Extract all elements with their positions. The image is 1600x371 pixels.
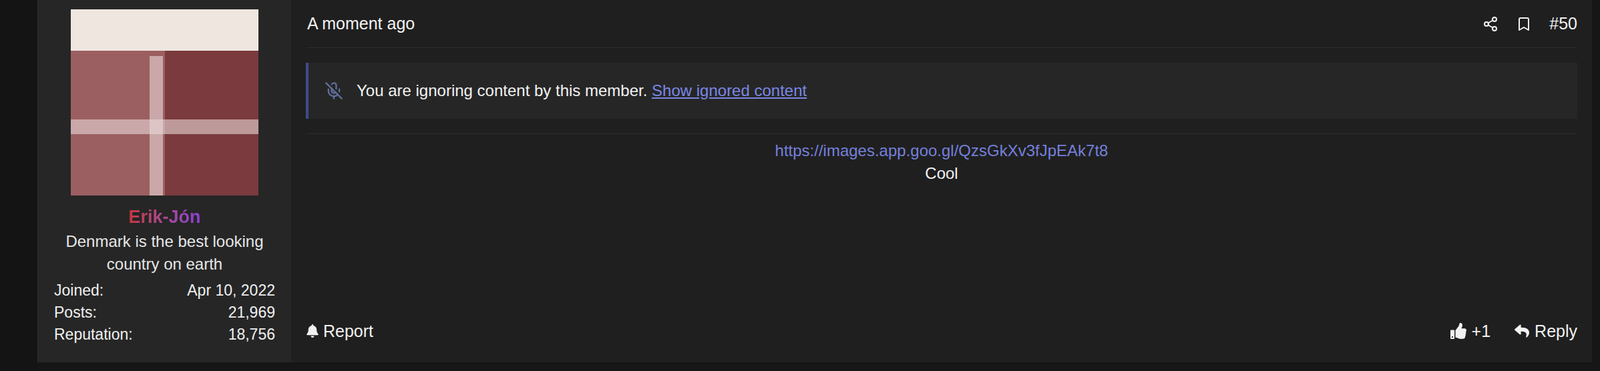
stat-label: Joined: — [54, 279, 104, 302]
thumbs-up-icon — [1450, 323, 1467, 340]
avatar[interactable] — [70, 9, 259, 196]
post-time[interactable]: A moment ago — [307, 11, 415, 37]
user-sidebar: Erik-JónDenmark is the best looking coun… — [38, 0, 292, 363]
report-button[interactable]: Report — [305, 319, 374, 345]
post: Erik-JónDenmark is the best looking coun… — [37, 0, 1592, 363]
post-actions: #50 — [1482, 11, 1578, 37]
show-ignored-link[interactable]: Show ignored content — [651, 81, 807, 100]
ignored-notice: You are ignoring content by this member.… — [305, 62, 1578, 119]
notice-text: You are ignoring content by this member.… — [356, 78, 807, 103]
post-main: A moment ago #50 You are ignoring content … — [291, 0, 1592, 363]
post-number[interactable]: #50 — [1549, 11, 1578, 37]
stat-row: Reputation: 18,756 — [54, 323, 276, 346]
stat-label: Posts: — [54, 301, 97, 324]
stat-label: Reputation: — [54, 323, 133, 346]
stat-value: 21,969 — [228, 301, 276, 324]
mic-off-icon — [324, 81, 344, 101]
user-title: Denmark is the best looking country on e… — [64, 230, 266, 276]
reply-icon — [1514, 323, 1530, 339]
bookmark-icon[interactable] — [1515, 16, 1532, 33]
share-icon[interactable] — [1482, 16, 1499, 33]
stat-value: Apr 10, 2022 — [186, 279, 276, 302]
stat-row: Posts: 21,969 — [54, 301, 276, 324]
stat-row: Joined: Apr 10, 2022 — [54, 279, 276, 302]
like-button[interactable]: +1 — [1450, 319, 1492, 345]
post-content: https://images.app.goo.gl/QzsGkXv3fJpEAk… — [305, 133, 1578, 185]
content-text: Cool — [924, 162, 958, 185]
reply-button[interactable]: Reply — [1514, 319, 1578, 345]
left-gutter — [0, 0, 38, 371]
stat-value: 18,756 — [228, 323, 276, 346]
flag-horizontal — [70, 119, 259, 135]
content-link[interactable]: https://images.app.goo.gl/QzsGkXv3fJpEAk… — [775, 139, 1109, 163]
post-footer: Report +1 Reply — [305, 319, 1578, 345]
bell-icon — [305, 324, 320, 338]
user-stats: Joined:Apr 10, 2022Posts:21,969Reputatio… — [54, 279, 276, 346]
page: Erik-JónDenmark is the best looking coun… — [0, 0, 1600, 371]
avatar-banner — [70, 9, 259, 51]
username[interactable]: Erik-Jón — [128, 205, 201, 230]
footer-actions: +1 Reply — [1450, 319, 1578, 345]
post-header: A moment ago #50 — [305, 0, 1578, 49]
